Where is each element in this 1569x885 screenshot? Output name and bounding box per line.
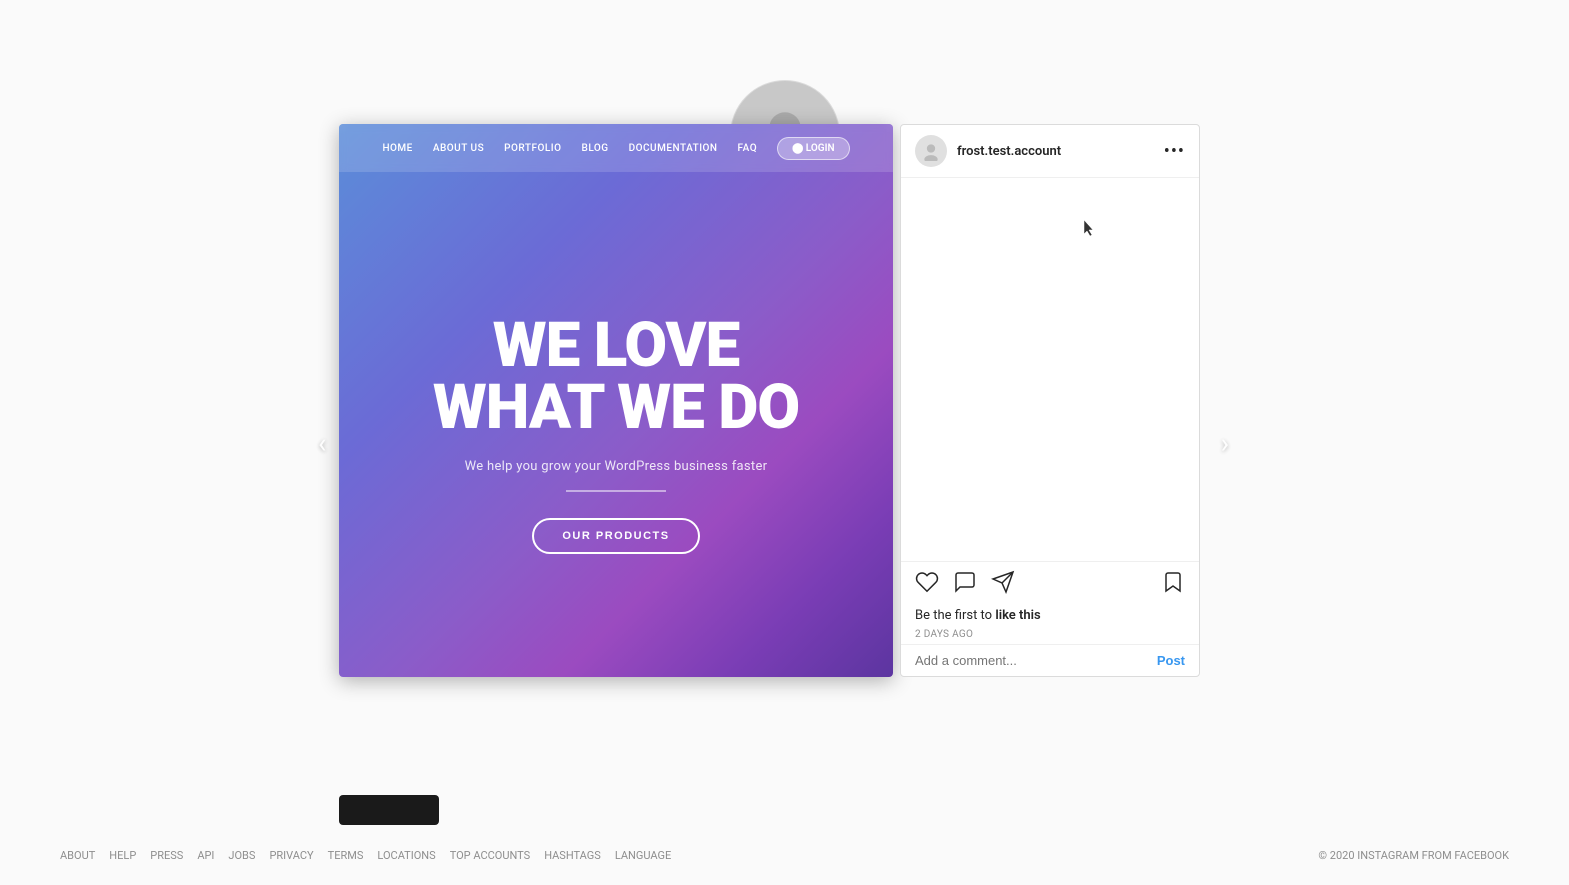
nav-about[interactable]: ABOUT US [433, 143, 484, 154]
nav-portfolio[interactable]: PORTFOLIO [504, 143, 561, 154]
nav-blog[interactable]: BLOG [582, 143, 609, 154]
post-username: frost.test.account [957, 144, 1164, 159]
post-actions-row [901, 561, 1199, 606]
frost-navbar: HOME ABOUT US PORTFOLIO BLOG DOCUMENTATI… [339, 124, 893, 172]
footer-api[interactable]: API [197, 849, 214, 862]
post-comment-area: Post [901, 644, 1199, 676]
like-icon[interactable] [915, 570, 939, 598]
post-more-button[interactable]: ••• [1164, 141, 1185, 162]
post-image-area [901, 178, 1199, 561]
footer-top-accounts[interactable]: TOP ACCOUNTS [450, 849, 531, 862]
post-header: frost.test.account ••• [901, 125, 1199, 178]
login-button[interactable]: ⬤ LOGIN [777, 137, 849, 160]
footer-about[interactable]: ABOUT [60, 849, 95, 862]
comment-input[interactable] [915, 653, 1157, 668]
nav-home[interactable]: HOME [382, 143, 412, 154]
post-likes: Be the first to like this [901, 606, 1199, 627]
footer-copyright: © 2020 INSTAGRAM FROM FACEBOOK [1318, 849, 1509, 862]
post-time: 2 DAYS AGO [901, 627, 1199, 644]
footer-language[interactable]: LANGUAGE [615, 849, 671, 862]
post-button[interactable]: Post [1157, 653, 1185, 668]
ig-footer: ABOUT HELP PRESS API JOBS PRIVACY TERMS … [0, 825, 1569, 885]
footer-help[interactable]: HELP [109, 849, 136, 862]
footer-links: ABOUT HELP PRESS API JOBS PRIVACY TERMS … [60, 849, 671, 862]
post-avatar [915, 135, 947, 167]
footer-press[interactable]: PRESS [150, 849, 183, 862]
nav-documentation[interactable]: DOCUMENTATION [629, 143, 718, 154]
nav-faq[interactable]: FAQ [738, 143, 758, 154]
footer-privacy[interactable]: PRIVACY [269, 849, 313, 862]
bookmark-icon[interactable] [1161, 570, 1185, 598]
comment-icon[interactable] [953, 570, 977, 598]
hero-section: HOME ABOUT US PORTFOLIO BLOG DOCUMENTATI… [339, 124, 893, 677]
our-products-button[interactable]: OUR PRODUCTS [532, 518, 699, 554]
next-arrow[interactable]: › [1221, 426, 1229, 459]
hero-title: WE LOVE WHAT WE DO [433, 315, 799, 439]
footer-hashtags[interactable]: HASHTAGS [544, 849, 601, 862]
hero-divider [566, 490, 666, 492]
ig-post-panel: frost.test.account ••• [900, 124, 1200, 677]
floating-element [339, 795, 439, 825]
prev-arrow[interactable]: ‹ [318, 426, 326, 459]
footer-locations[interactable]: LOCATIONS [377, 849, 435, 862]
post-action-icons [915, 570, 1161, 598]
hero-subtitle: We help you grow your WordPress business… [465, 459, 768, 474]
share-icon[interactable] [991, 570, 1015, 598]
footer-terms[interactable]: TERMS [328, 849, 364, 862]
website-preview: HOME ABOUT US PORTFOLIO BLOG DOCUMENTATI… [339, 124, 893, 677]
footer-jobs[interactable]: JOBS [228, 849, 255, 862]
